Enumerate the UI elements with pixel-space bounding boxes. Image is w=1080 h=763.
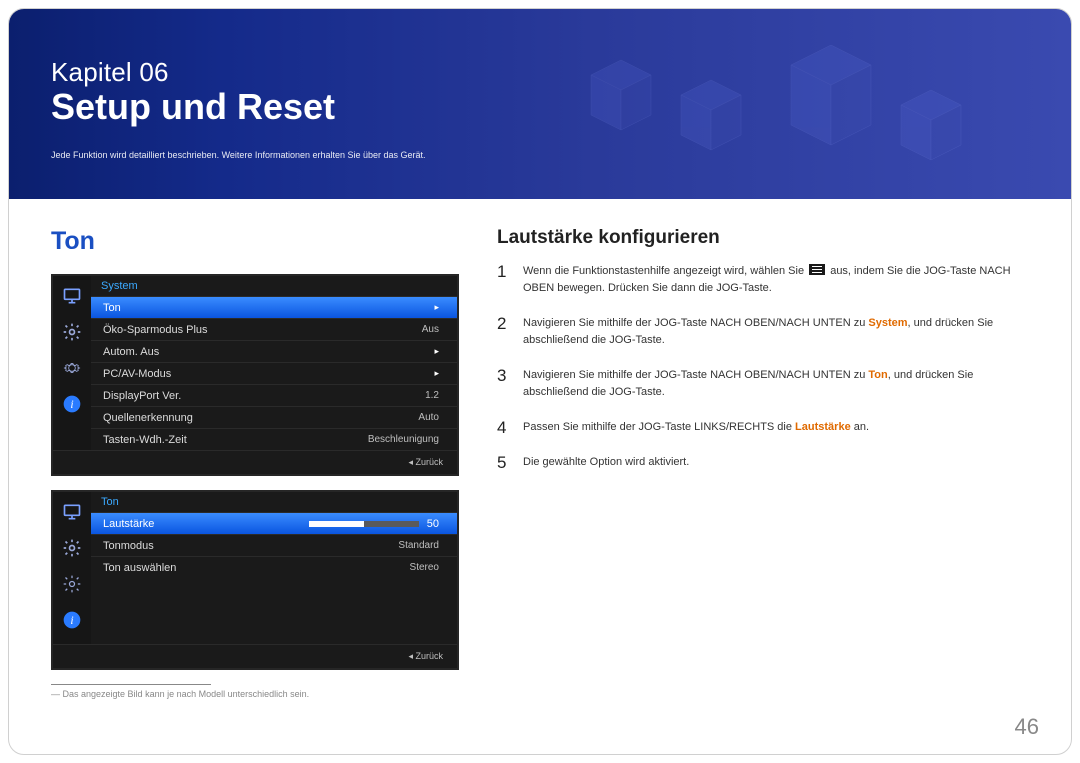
footnote-text: Das angezeigte Bild kann je nach Modell … bbox=[51, 689, 461, 699]
page-frame: Kapitel 06 Setup und Reset Jede Funktion… bbox=[8, 8, 1072, 755]
osd-row-label: PC/AV-Modus bbox=[103, 368, 171, 380]
step-number: 5 bbox=[497, 454, 511, 471]
osd-row-label: Tonmodus bbox=[103, 540, 154, 552]
osd-row-value: Standard bbox=[398, 540, 439, 551]
settings-icon bbox=[60, 320, 84, 344]
keyword: Ton bbox=[868, 369, 887, 381]
osd-row: Ton ▸ bbox=[91, 296, 457, 318]
osd-back-label: Zurück bbox=[53, 450, 457, 474]
osd-system-menu: i System Ton ▸ Öko-Sparmodus Plus Aus Autom.… bbox=[51, 274, 459, 476]
chevron-right-icon: ▸ bbox=[434, 368, 439, 379]
monitor-icon bbox=[60, 500, 84, 524]
chevron-right-icon: ▸ bbox=[434, 346, 439, 357]
chevron-right-icon: ▸ bbox=[434, 302, 439, 313]
step: 2 Navigieren Sie mithilfe der JOG-Taste N… bbox=[497, 315, 1029, 349]
osd-row: Autom. Aus ▸ bbox=[91, 340, 457, 362]
osd-row: Lautstärke 50 bbox=[91, 512, 457, 534]
osd-sidebar: i bbox=[53, 492, 91, 644]
steps-list: 1 Wenn die Funktionstastenhilfe angezeigt… bbox=[497, 263, 1029, 471]
osd-row: Ton auswählen Stereo bbox=[91, 556, 457, 578]
banner-decor-cubes bbox=[531, 45, 991, 185]
info-icon: i bbox=[60, 608, 84, 632]
settings-icon bbox=[60, 536, 84, 560]
keyword: System bbox=[868, 317, 907, 329]
osd-row-label: DisplayPort Ver. bbox=[103, 390, 181, 402]
osd-row-label: Öko-Sparmodus Plus bbox=[103, 324, 208, 336]
step-number: 3 bbox=[497, 367, 511, 384]
monitor-icon bbox=[60, 284, 84, 308]
page-number: 46 bbox=[1015, 714, 1039, 740]
osd-row-label: Quellenerkennung bbox=[103, 412, 193, 424]
step-text: Wenn die Funktionstastenhilfe angezeigt … bbox=[523, 263, 1029, 297]
step-number: 2 bbox=[497, 315, 511, 332]
osd-sidebar: i bbox=[53, 276, 91, 450]
menu-icon bbox=[809, 264, 825, 275]
osd-row-value: Beschleunigung bbox=[368, 434, 439, 445]
content-area: Ton i System Ton ▸ Öko-Sparmodus Plus Aus Au… bbox=[9, 199, 1071, 709]
svg-text:i: i bbox=[70, 398, 73, 411]
osd-row-value: 1.2 bbox=[425, 390, 439, 401]
osd-row-value: Auto bbox=[418, 412, 439, 423]
osd-row: Tasten-Wdh.-Zeit Beschleunigung bbox=[91, 428, 457, 450]
osd-row-label: Lautstärke bbox=[103, 518, 154, 530]
step: 1 Wenn die Funktionstastenhilfe angezeigt… bbox=[497, 263, 1029, 297]
osd-row-label: Autom. Aus bbox=[103, 346, 159, 358]
chapter-subtitle: Jede Funktion wird detailliert beschrieb… bbox=[51, 150, 1029, 160]
step-text: Passen Sie mithilfe der JOG-Taste LINKS/… bbox=[523, 419, 869, 436]
osd-row-label: Tasten-Wdh.-Zeit bbox=[103, 434, 187, 446]
keyword: Lautstärke bbox=[795, 421, 851, 433]
volume-slider: 50 bbox=[309, 518, 439, 530]
step: 3 Navigieren Sie mithilfe der JOG-Taste N… bbox=[497, 367, 1029, 401]
step-text: Navigieren Sie mithilfe der JOG-Taste NA… bbox=[523, 367, 1029, 401]
step-text: Die gewählte Option wird aktiviert. bbox=[523, 454, 689, 471]
step: 4 Passen Sie mithilfe der JOG-Taste LINKS… bbox=[497, 419, 1029, 436]
left-column: Ton i System Ton ▸ Öko-Sparmodus Plus Aus Au… bbox=[51, 227, 461, 699]
osd-row-value: Stereo bbox=[410, 562, 439, 573]
osd-row: DisplayPort Ver. 1.2 bbox=[91, 384, 457, 406]
osd-row: PC/AV-Modus ▸ bbox=[91, 362, 457, 384]
footnote-rule bbox=[51, 684, 211, 685]
section-heading-ton: Ton bbox=[51, 227, 461, 256]
osd-ton-menu: i Ton Lautstärke 50 Tonmodus Standard Ton au… bbox=[51, 490, 459, 670]
step: 5 Die gewählte Option wird aktiviert. bbox=[497, 454, 1029, 471]
osd-row-value: Aus bbox=[422, 324, 439, 335]
osd-row-label: Ton auswählen bbox=[103, 562, 176, 574]
osd-row: Öko-Sparmodus Plus Aus bbox=[91, 318, 457, 340]
gear-icon bbox=[60, 572, 84, 596]
right-column: Lautstärke konfigurieren 1 Wenn die Funkt… bbox=[497, 227, 1029, 699]
osd-row: Quellenerkennung Auto bbox=[91, 406, 457, 428]
osd-row-label: Ton bbox=[103, 302, 121, 314]
osd-header: Ton bbox=[91, 492, 457, 512]
step-number: 4 bbox=[497, 419, 511, 436]
gear-icon bbox=[60, 356, 84, 380]
chapter-banner: Kapitel 06 Setup und Reset Jede Funktion… bbox=[9, 9, 1071, 199]
step-text: Navigieren Sie mithilfe der JOG-Taste NA… bbox=[523, 315, 1029, 349]
section-heading-lautstaerke: Lautstärke konfigurieren bbox=[497, 227, 1029, 249]
step-number: 1 bbox=[497, 263, 511, 280]
osd-row: Tonmodus Standard bbox=[91, 534, 457, 556]
svg-text:i: i bbox=[70, 614, 73, 627]
osd-back-label: Zurück bbox=[53, 644, 457, 668]
info-icon: i bbox=[60, 392, 84, 416]
osd-header: System bbox=[91, 276, 457, 296]
